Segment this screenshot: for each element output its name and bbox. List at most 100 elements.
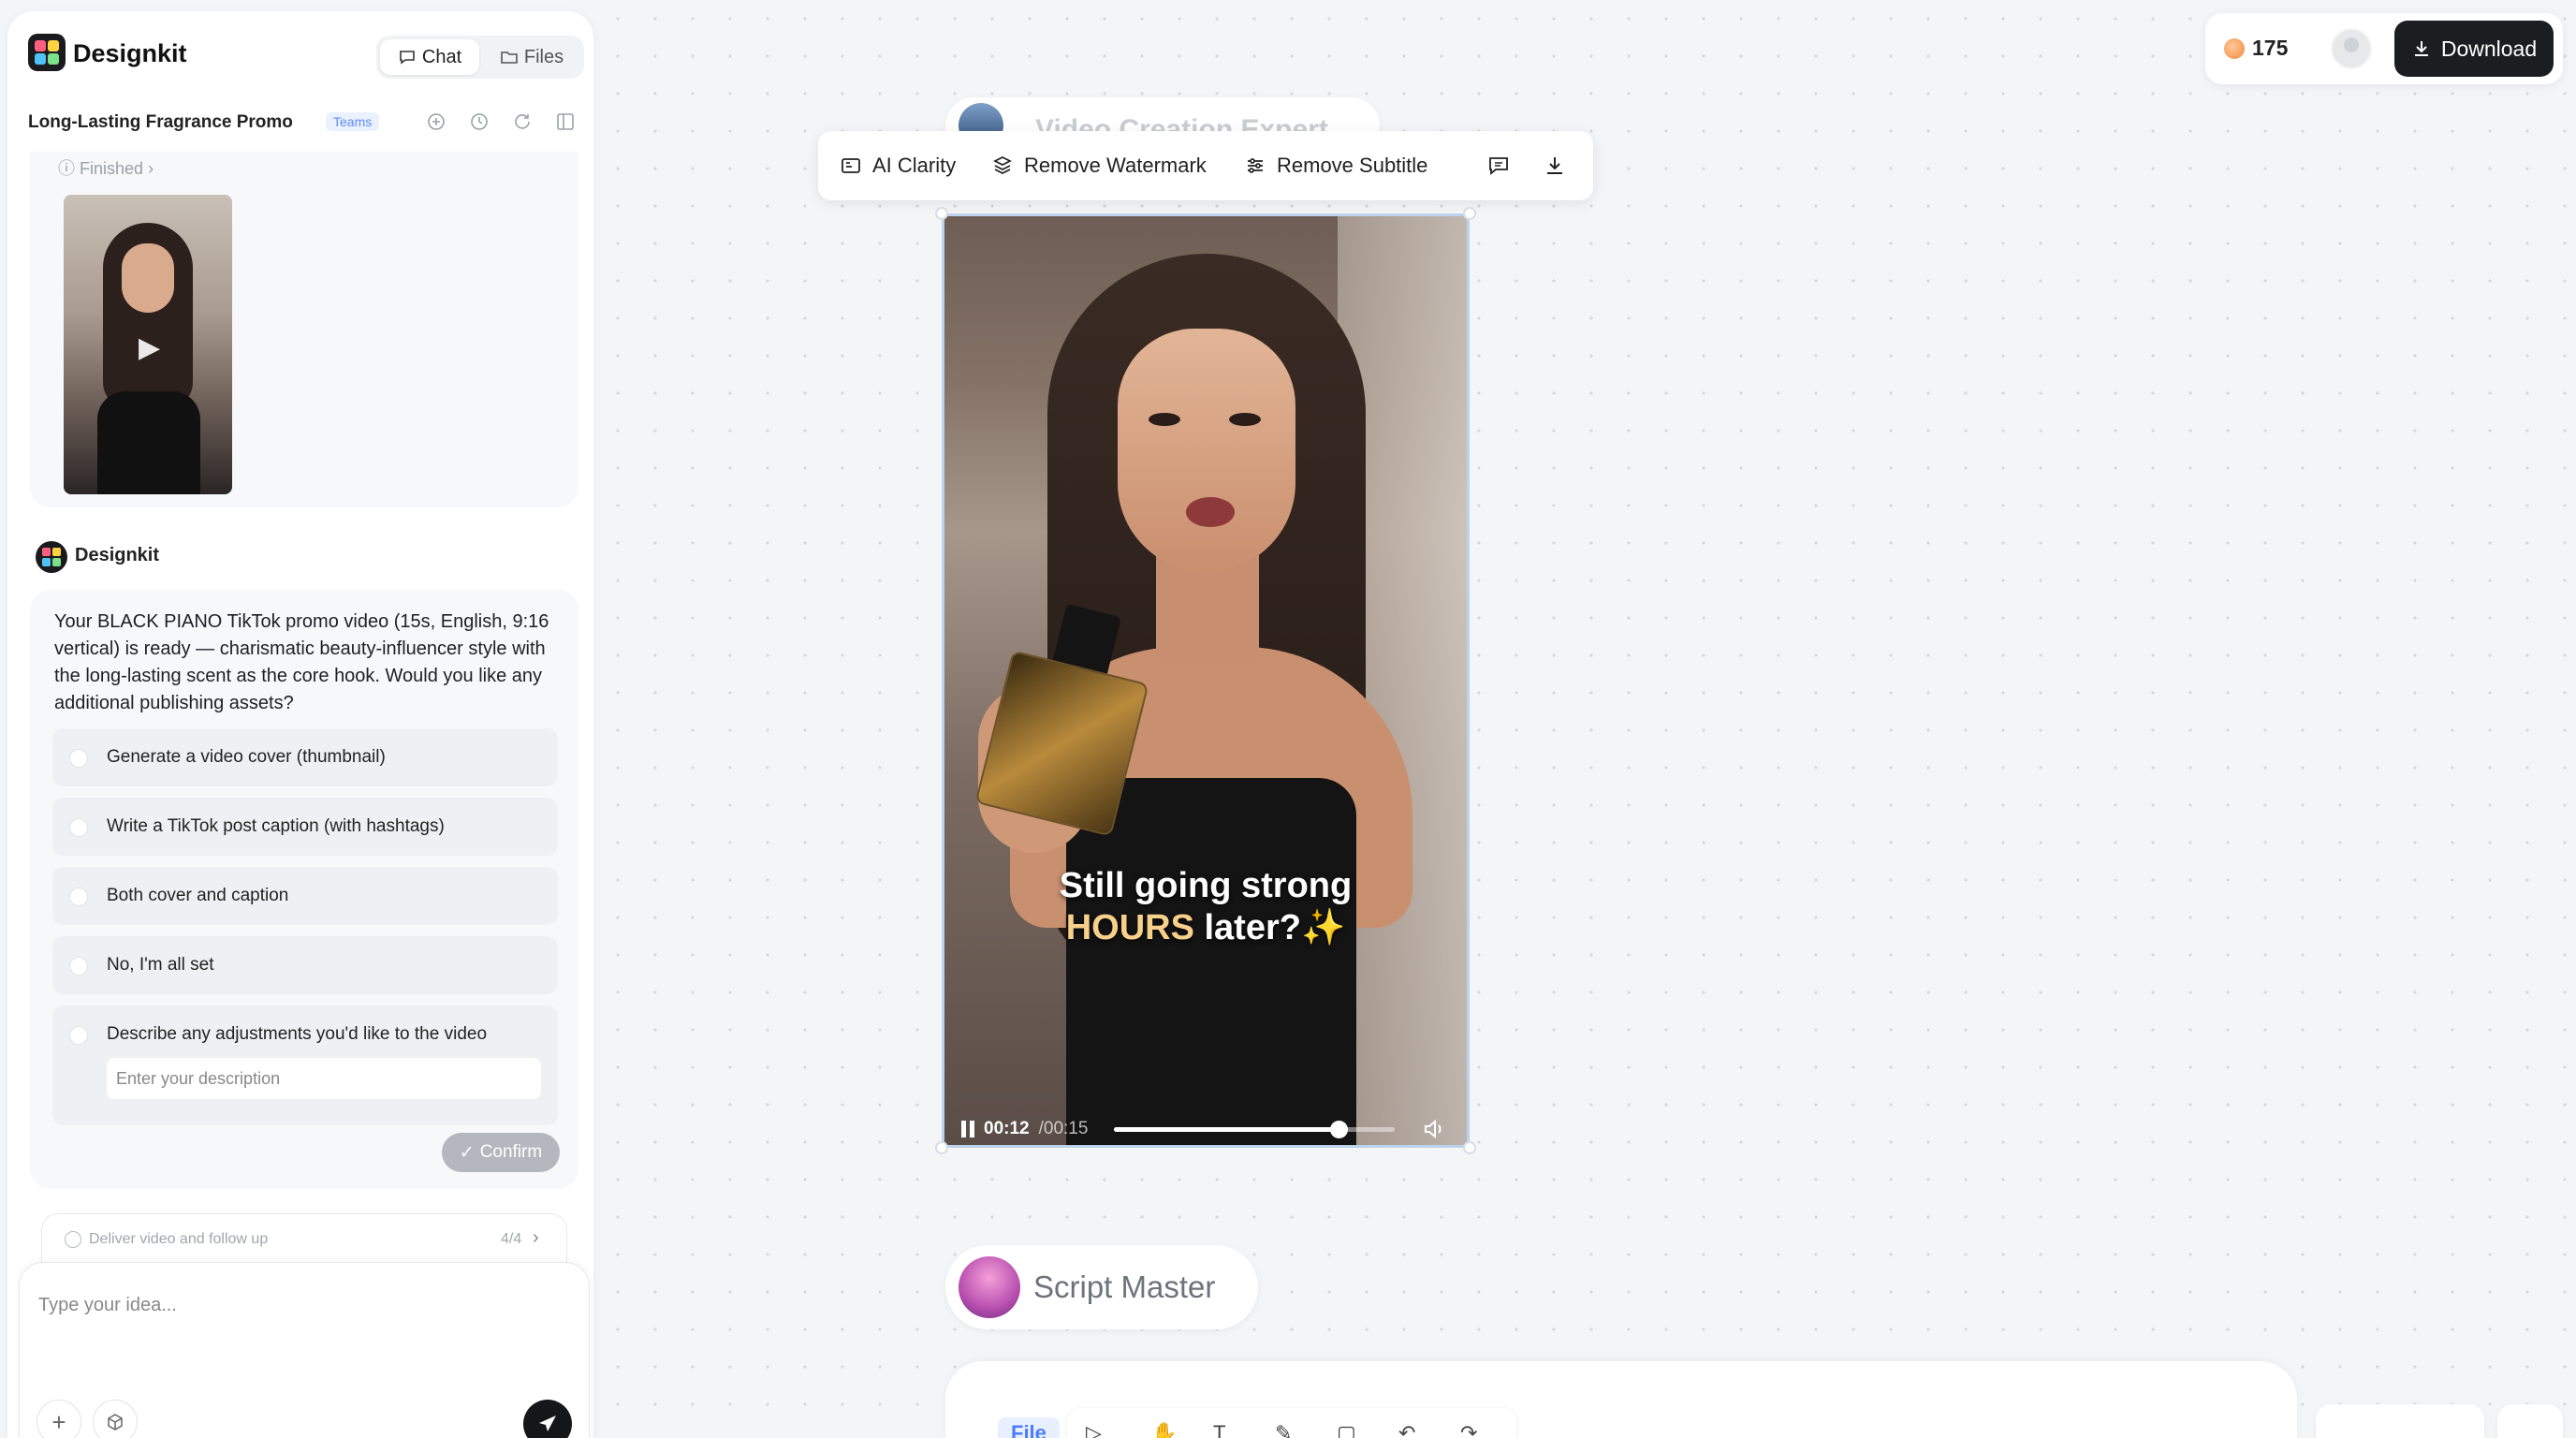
send-button[interactable]	[523, 1400, 572, 1438]
composer-input[interactable]: Type your idea...	[38, 1295, 177, 1316]
step-progress: 4/4	[501, 1231, 522, 1247]
help-button[interactable]	[2497, 1404, 2563, 1438]
assistant-message-card: Your BLACK PIANO TikTok promo video (15s…	[30, 590, 578, 1189]
option-cover[interactable]: Generate a video cover (thumbnail)	[52, 728, 558, 786]
undo-icon[interactable]: ↶	[1398, 1421, 1423, 1438]
redo-icon[interactable]: ↷	[1460, 1421, 1485, 1438]
refresh-icon[interactable]	[509, 109, 535, 135]
toolbar-download-button[interactable]	[1543, 152, 1567, 180]
step-label: Deliver video and follow up	[89, 1231, 269, 1247]
folder-icon	[501, 51, 518, 64]
frame-tool-icon[interactable]: ▢	[1337, 1421, 1361, 1438]
select-tool-icon[interactable]: ▷	[1086, 1421, 1110, 1438]
message-composer: Type your idea... +	[19, 1262, 590, 1438]
panel-layout-icon[interactable]	[552, 109, 578, 135]
app-name: Designkit	[73, 39, 187, 67]
option-label: Both cover and caption	[107, 886, 289, 905]
file-tab[interactable]: File	[998, 1417, 1060, 1438]
previous-result-card: ⓘ Finished › ▶	[30, 152, 578, 507]
thumb-body	[97, 391, 200, 494]
pen-tool-icon[interactable]: ✎	[1275, 1421, 1299, 1438]
project-title: Long-Lasting Fragrance Promo	[28, 112, 293, 132]
hand-tool-icon[interactable]: ✋	[1151, 1421, 1177, 1438]
designkit-logo	[28, 34, 66, 71]
user-avatar[interactable]	[2331, 28, 2372, 69]
pause-icon[interactable]	[961, 1121, 974, 1137]
sliders-icon	[1243, 154, 1267, 178]
option-caption[interactable]: Write a TikTok post caption (with hashta…	[52, 798, 558, 856]
video-controls: 00:12 /00:15	[961, 1115, 1448, 1143]
resize-handle-top-left[interactable]	[935, 207, 948, 220]
new-chat-icon[interactable]	[423, 109, 449, 135]
resize-handle-bottom-right[interactable]	[1463, 1141, 1476, 1154]
history-icon[interactable]	[466, 109, 492, 135]
chat-panel: Designkit Chat Files Long-Lasting Fragra…	[7, 11, 593, 1438]
cube-icon[interactable]	[93, 1400, 138, 1438]
remove-watermark-button[interactable]: Remove Watermark	[990, 152, 1207, 180]
teams-badge: Teams	[326, 112, 380, 131]
ai-clarity-button[interactable]: AI Clarity	[839, 152, 956, 180]
comment-button[interactable]	[1486, 152, 1511, 180]
tab-files-label: Files	[523, 46, 564, 67]
chat-bubble-icon	[400, 51, 415, 65]
comment-icon	[1486, 154, 1511, 178]
credits-counter[interactable]: 175	[2224, 36, 2288, 61]
assistant-avatar	[36, 541, 67, 573]
description-input[interactable]	[107, 1058, 541, 1099]
remove-subtitle-button[interactable]: Remove Subtitle	[1243, 152, 1427, 180]
download-icon	[1543, 154, 1567, 178]
volume-icon[interactable]	[1421, 1116, 1447, 1142]
confirm-button[interactable]: ✓ Confirm	[442, 1133, 560, 1172]
send-icon	[539, 1416, 556, 1431]
option-label: Describe any adjustments you'd like to t…	[107, 1024, 488, 1044]
option-label: Write a TikTok post caption (with hashta…	[107, 816, 445, 836]
download-label: Download	[2440, 36, 2538, 61]
resize-handle-top-right[interactable]	[1463, 207, 1476, 220]
credits-value: 175	[2252, 36, 2289, 60]
task-step-bar[interactable]: Deliver video and follow up 4/4 ›	[41, 1213, 567, 1266]
option-both[interactable]: Both cover and caption	[52, 867, 558, 925]
radio-button[interactable]	[69, 888, 88, 906]
ai-clarity-label: AI Clarity	[872, 154, 957, 177]
video-subject-eye	[1229, 413, 1261, 426]
script-master-avatar	[959, 1256, 1020, 1318]
seek-bar[interactable]	[1114, 1120, 1396, 1138]
agent-label-script-master[interactable]: Script Master	[945, 1245, 1258, 1329]
subtitle-line-1: Still going strong	[1059, 866, 1353, 905]
radio-button[interactable]	[69, 818, 88, 837]
video-player[interactable]: Still going strong HOURS later?✨ 00:12 /…	[942, 213, 1470, 1148]
radio-button[interactable]	[69, 749, 88, 768]
option-adjustments[interactable]: Describe any adjustments you'd like to t…	[52, 1005, 558, 1125]
bottom-workspace: File ▷ ✋ T ✎ ▢ ↶ ↷	[945, 1361, 2297, 1438]
add-icon[interactable]: +	[37, 1400, 81, 1438]
video-subject-mouth	[1186, 497, 1235, 527]
canvas-tools: ▷ ✋ T ✎ ▢ ↶ ↷	[1067, 1408, 1516, 1438]
remove-watermark-label: Remove Watermark	[1024, 154, 1207, 177]
tab-chat-label: Chat	[421, 46, 462, 67]
option-none[interactable]: No, I'm all set	[52, 936, 558, 994]
finished-status[interactable]: ⓘ Finished ›	[58, 155, 154, 180]
seek-bar-thumb[interactable]	[1330, 1120, 1349, 1138]
text-tool-icon[interactable]: T	[1213, 1421, 1237, 1438]
view-switcher: Chat Files	[376, 36, 584, 79]
subtitle-highlight: HOURS	[1065, 908, 1194, 947]
tab-files[interactable]: Files	[483, 39, 580, 75]
subtitle-line-2: HOURS later?✨	[944, 907, 1467, 948]
current-time: 00:12	[984, 1119, 1030, 1138]
seek-bar-fill	[1114, 1126, 1339, 1132]
resize-handle-bottom-left[interactable]	[935, 1141, 948, 1154]
video-thumbnail[interactable]: ▶	[64, 195, 232, 494]
zoom-control[interactable]	[2316, 1404, 2484, 1438]
chat-header: Designkit Chat Files Long-Lasting Fragra…	[7, 11, 593, 152]
radio-button[interactable]	[69, 957, 88, 976]
thumb-face	[122, 243, 174, 313]
assistant-name: Designkit	[75, 545, 160, 565]
step-status-icon	[65, 1231, 81, 1248]
confirm-label: Confirm	[479, 1142, 543, 1162]
option-label: No, I'm all set	[107, 955, 214, 975]
radio-button[interactable]	[69, 1026, 88, 1045]
tab-chat[interactable]: Chat	[380, 39, 479, 75]
duration: /00:15	[1038, 1119, 1089, 1138]
subtitle-rest: later?✨	[1193, 908, 1346, 947]
download-button[interactable]: Download	[2394, 21, 2554, 77]
